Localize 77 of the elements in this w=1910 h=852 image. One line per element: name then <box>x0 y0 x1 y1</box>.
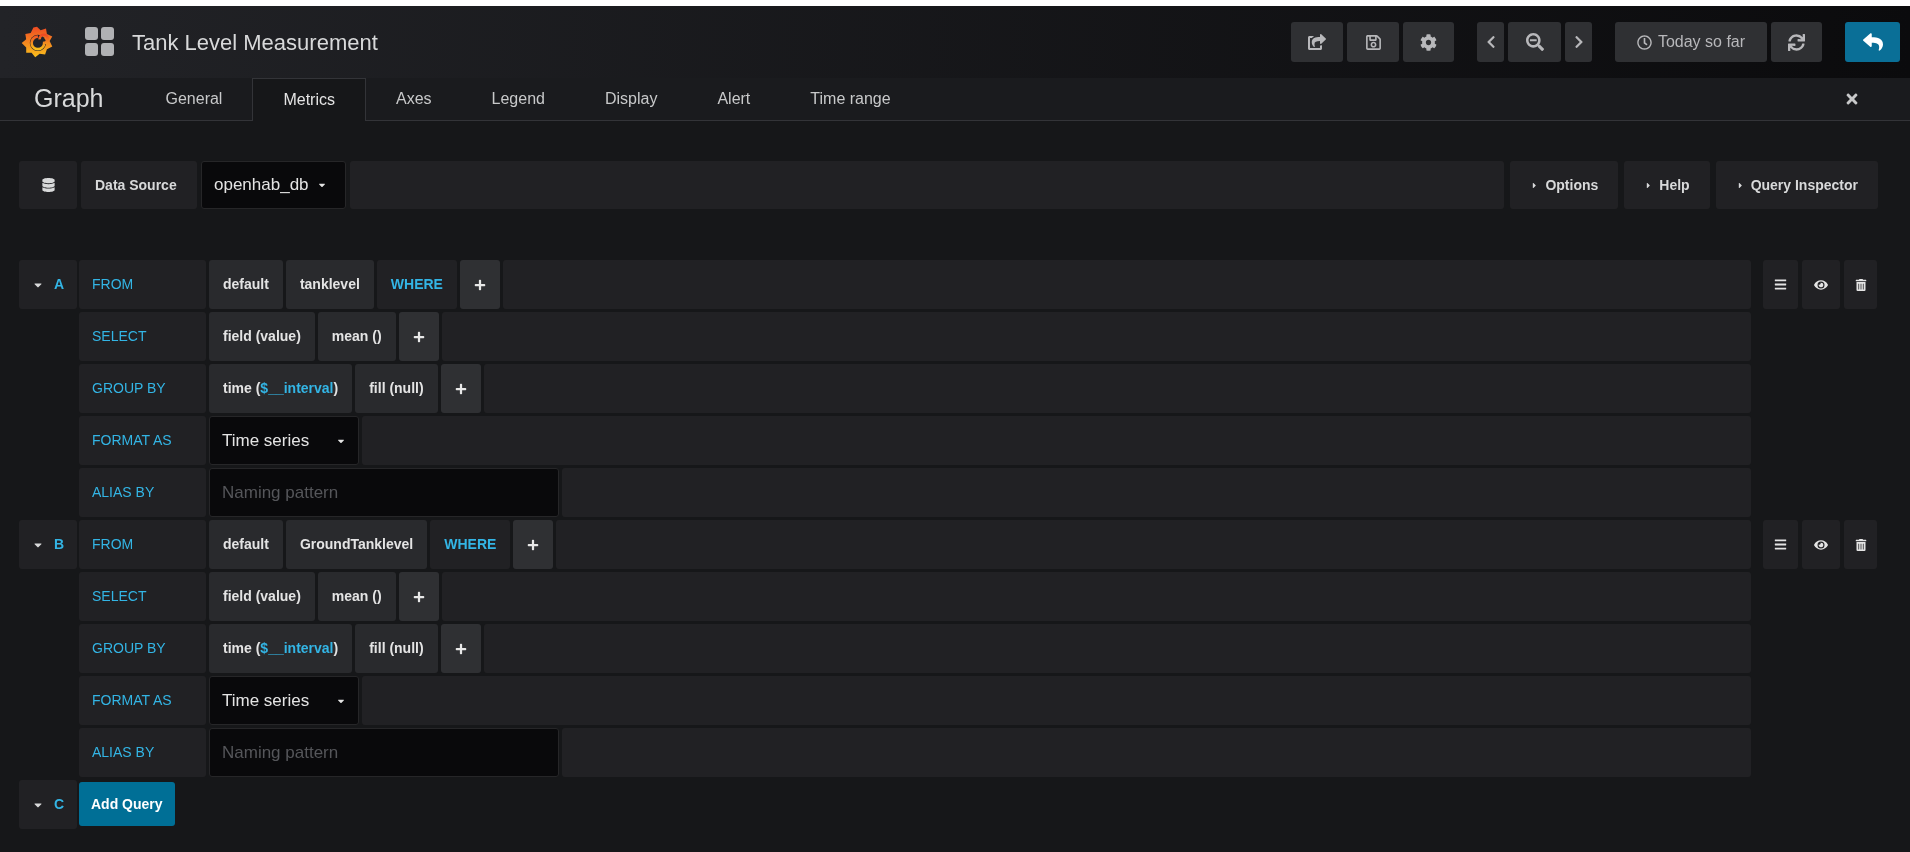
dashboard-grid-icon[interactable] <box>85 27 115 57</box>
add-segment-button[interactable] <box>440 624 481 673</box>
trash-icon[interactable] <box>1844 260 1877 309</box>
editor-tab[interactable]: General <box>135 77 253 120</box>
data-source-select[interactable]: openhab_db <box>201 161 346 209</box>
alias-input[interactable]: Naming pattern <box>209 728 559 777</box>
editor-tab[interactable]: Axes <box>365 77 462 120</box>
add-segment-button[interactable] <box>440 364 481 413</box>
chevron-left-icon[interactable] <box>1477 22 1504 62</box>
trash-icon[interactable] <box>1844 520 1877 569</box>
query-segment[interactable]: GroundTanklevel <box>285 520 428 569</box>
query-segment[interactable]: field (value) <box>209 312 315 361</box>
toggle-button[interactable]: Options <box>1510 161 1619 209</box>
query-keyword: FORMAT AS <box>79 416 206 465</box>
editor-tab[interactable]: Alert <box>687 77 781 120</box>
editor-tab[interactable]: Metrics <box>252 78 366 121</box>
query-segment[interactable]: tanklevel <box>285 260 374 309</box>
editor-tab[interactable]: Display <box>574 77 688 120</box>
query-segment[interactable]: mean () <box>317 312 396 361</box>
query-keyword: FORMAT AS <box>79 676 206 725</box>
query-keyword: ALIAS BY <box>79 728 206 777</box>
add-query-button[interactable]: Add Query <box>79 782 175 826</box>
query-segment[interactable]: default <box>209 520 283 569</box>
chevron-right-icon[interactable] <box>1565 22 1592 62</box>
toggle-button[interactable]: Help <box>1624 161 1710 209</box>
eye-icon[interactable] <box>1802 520 1840 569</box>
format-select[interactable]: Time series <box>209 416 359 465</box>
plus-icon <box>454 642 467 655</box>
query-keyword: GROUP BY <box>79 364 206 413</box>
query-keyword: FROM <box>79 520 206 569</box>
query-keyword: GROUP BY <box>79 624 206 673</box>
zoom-out-icon[interactable] <box>1508 22 1561 62</box>
add-segment-button[interactable] <box>513 520 554 569</box>
plus-icon <box>454 382 467 395</box>
database-icon <box>41 178 55 192</box>
query-keyword: ALIAS BY <box>79 468 206 517</box>
query-segment[interactable]: fill (null) <box>355 624 438 673</box>
plus-icon <box>473 278 486 291</box>
toggle-button[interactable]: Query Inspector <box>1715 161 1878 209</box>
settings-icon[interactable] <box>1403 22 1454 62</box>
refresh-icon[interactable] <box>1771 22 1822 62</box>
query-segment[interactable]: field (value) <box>209 572 315 621</box>
query-segment[interactable]: fill (null) <box>355 364 438 413</box>
alias-input[interactable]: Naming pattern <box>209 468 559 517</box>
add-segment-button[interactable] <box>459 260 500 309</box>
query-toggle[interactable]: A <box>19 260 77 309</box>
query-segment[interactable]: time ($__interval) <box>209 364 353 413</box>
format-select[interactable]: Time series <box>209 676 359 725</box>
clock-icon <box>1636 34 1652 50</box>
query-keyword: SELECT <box>79 572 206 621</box>
where-keyword[interactable]: WHERE <box>376 260 457 309</box>
add-segment-button[interactable] <box>398 312 439 361</box>
back-icon[interactable] <box>1845 22 1900 62</box>
add-segment-button[interactable] <box>398 572 439 621</box>
query-toggle[interactable]: C <box>19 780 77 829</box>
query-keyword: SELECT <box>79 312 206 361</box>
editor-tab[interactable]: Legend <box>461 77 575 120</box>
query-keyword: FROM <box>79 260 206 309</box>
time-range-button[interactable]: Today so far <box>1615 22 1767 62</box>
plus-icon <box>412 590 425 603</box>
data-source-label: Data Source <box>81 161 197 209</box>
plus-icon <box>412 330 425 343</box>
dashboard-title[interactable]: Tank Level Measurement <box>132 25 378 59</box>
save-icon[interactable] <box>1347 22 1399 62</box>
share-icon[interactable] <box>1291 22 1343 62</box>
query-segment[interactable]: mean () <box>317 572 396 621</box>
panel-type-title: Graph <box>34 83 104 115</box>
menu-icon[interactable] <box>1763 260 1798 309</box>
plus-icon <box>527 538 540 551</box>
query-segment[interactable]: time ($__interval) <box>209 624 353 673</box>
where-keyword[interactable]: WHERE <box>430 520 511 569</box>
query-segment[interactable]: default <box>209 260 283 309</box>
eye-icon[interactable] <box>1802 260 1840 309</box>
editor-tab[interactable]: Time range <box>780 77 921 120</box>
query-toggle[interactable]: B <box>19 520 77 569</box>
menu-icon[interactable] <box>1763 520 1798 569</box>
close-icon[interactable] <box>1844 91 1860 107</box>
